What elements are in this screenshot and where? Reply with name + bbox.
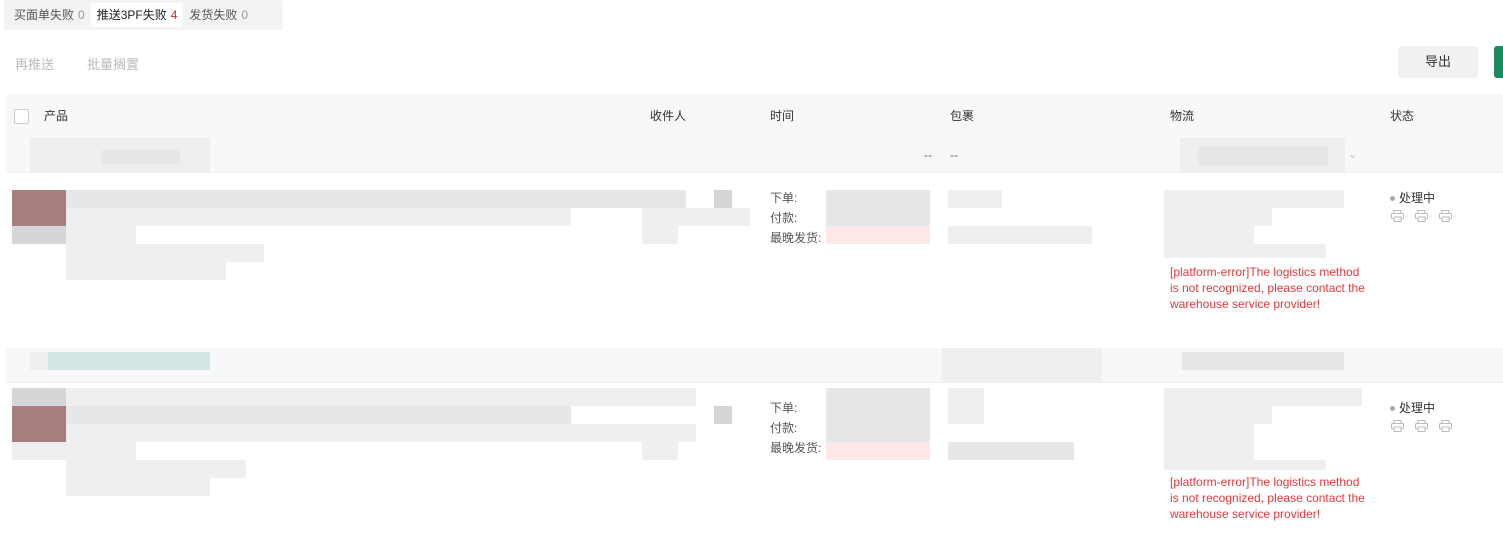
redacted-sku: [66, 478, 210, 496]
print-icon[interactable]: [1415, 210, 1428, 222]
redacted-logistics: [1164, 406, 1272, 424]
redacted-sku: [66, 442, 136, 460]
column-status: 状态: [1390, 109, 1415, 123]
push-error-message: [platform-error]The logistics method is …: [1170, 265, 1365, 311]
repush-button[interactable]: 再推送: [15, 54, 54, 73]
redacted-text: [30, 352, 48, 370]
redacted-sku: [66, 262, 226, 280]
redacted-qty: [714, 190, 732, 208]
redacted-text: [1198, 146, 1328, 166]
column-recipient: 收件人: [650, 109, 687, 123]
time-order-label: 下单:: [770, 191, 798, 205]
time-paid-label: 付款:: [770, 211, 798, 225]
group-dash: --: [950, 148, 958, 162]
redacted-product-title: [66, 406, 571, 424]
redacted-sku: [66, 244, 264, 262]
tab-label: 推送3PF失败: [96, 8, 167, 22]
push-error-message: [platform-error]The logistics method is …: [1170, 475, 1365, 521]
print-icon[interactable]: [1415, 420, 1428, 432]
redacted-product-title: [66, 190, 686, 208]
redacted-time: [826, 388, 930, 442]
print-icon[interactable]: [1391, 420, 1404, 432]
redacted-logistics: [1164, 208, 1272, 226]
tab-ship-failed[interactable]: 发货失败 0: [183, 3, 254, 27]
redacted-logistics: [1164, 244, 1326, 258]
time-latest-ship-label: 最晚发货:: [770, 231, 822, 245]
print-icon[interactable]: [1439, 210, 1452, 222]
redacted-product-title: [66, 424, 696, 442]
select-all-checkbox[interactable]: [14, 109, 29, 124]
redacted-product-title: [66, 208, 571, 226]
redacted-package: [948, 226, 1092, 244]
redacted-time: [826, 190, 930, 226]
redacted-package: [948, 388, 984, 424]
redacted-logistics-select[interactable]: [1182, 352, 1344, 370]
product-image-part: [12, 388, 66, 406]
status-text: 处理中: [1399, 191, 1436, 205]
column-product: 产品: [44, 109, 69, 123]
table-header: 产品 收件人 时间 包裹 物流 状态: [6, 94, 1503, 138]
redacted-ship-deadline: [826, 442, 930, 460]
tab-label: 买面单失败: [14, 8, 75, 22]
product-image[interactable]: [12, 406, 66, 442]
redacted-logistics: [1164, 388, 1362, 406]
redacted-package: [948, 190, 1002, 208]
divider: [6, 172, 1503, 173]
status-tab-bar: 买面单失败 0 推送3PF失败 4 发货失败 0: [4, 0, 283, 30]
redacted-product-title: [66, 388, 696, 406]
redacted-recipient: [642, 442, 678, 460]
redacted-logistics: [1164, 424, 1254, 460]
time-order-label: 下单:: [770, 401, 798, 415]
status-badge: 处理中: [1390, 399, 1435, 416]
product-image-part: [12, 442, 66, 460]
divider: [6, 382, 1503, 383]
group-dash: --: [924, 148, 932, 162]
print-icon[interactable]: [1391, 210, 1404, 222]
batch-hold-button[interactable]: 批量搁置: [87, 54, 139, 73]
redacted-sku: [66, 226, 136, 244]
tab-count: 0: [78, 8, 85, 22]
redacted-order-id: [48, 352, 210, 370]
time-latest-ship-label: 最晚发货:: [770, 441, 822, 455]
redacted-recipient: [642, 226, 678, 244]
tab-label: 发货失败: [189, 8, 238, 22]
redacted-recipient: [642, 208, 750, 226]
print-icon[interactable]: [1439, 420, 1452, 432]
column-logistics: 物流: [1170, 109, 1195, 123]
redacted-logistics: [1164, 190, 1344, 208]
status-text: 处理中: [1399, 401, 1436, 415]
tab-count: 0: [241, 8, 249, 22]
redacted-qty: [714, 406, 732, 424]
status-badge: 处理中: [1390, 189, 1435, 206]
redacted-sku: [66, 460, 246, 478]
redacted-package: [948, 442, 1074, 460]
redacted-text: [942, 348, 1102, 382]
tab-waybill-failed[interactable]: 买面单失败 0: [8, 3, 91, 27]
redacted-ship-deadline: [826, 226, 930, 244]
tab-count: 4: [170, 8, 178, 22]
tab-push-3pf-failed[interactable]: 推送3PF失败 4: [90, 3, 184, 27]
redacted-logistics: [1164, 460, 1326, 470]
time-paid-label: 付款:: [770, 421, 798, 435]
column-package: 包裹: [950, 109, 975, 123]
status-dot: [1390, 196, 1395, 202]
redacted-text: [102, 150, 180, 164]
column-time: 时间: [770, 109, 795, 123]
chevron-down-icon[interactable]: ⌄: [1348, 148, 1357, 161]
redacted-logistics: [1164, 226, 1254, 244]
product-image-part: [12, 226, 66, 244]
export-button[interactable]: 导出: [1398, 46, 1478, 78]
primary-action-button[interactable]: [1494, 46, 1503, 78]
status-dot: [1390, 406, 1395, 412]
